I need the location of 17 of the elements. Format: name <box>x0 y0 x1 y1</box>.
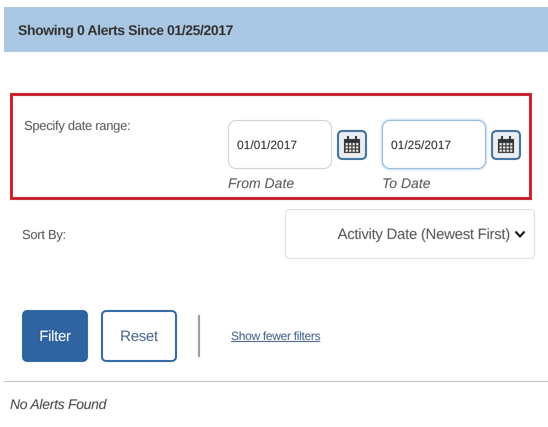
header-title: Showing 0 Alerts Since 01/25/2017 <box>4 7 548 52</box>
calendar-icon <box>496 134 516 154</box>
chevron-down-icon <box>514 230 526 238</box>
empty-message: No Alerts Found <box>10 396 108 412</box>
sort-label: Sort By: <box>22 226 66 242</box>
reset-button[interactable]: Reset <box>101 310 177 362</box>
calendar-button[interactable] <box>491 130 521 160</box>
calendar-button[interactable] <box>337 130 367 160</box>
date-caption: From Date <box>228 175 296 191</box>
date-caption: To Date <box>382 175 432 191</box>
calendar-icon <box>342 134 362 154</box>
show-fewer-filters-link[interactable]: Show fewer filters <box>231 329 320 343</box>
date-field[interactable]: 01/01/2017 <box>228 120 332 169</box>
filter-button[interactable]: Filter <box>22 310 88 362</box>
date-field[interactable]: 01/25/2017 <box>382 120 486 169</box>
date-range-label: Specify date range: <box>24 118 130 135</box>
sort-dropdown[interactable]: Activity Date (Newest First) <box>285 209 535 259</box>
